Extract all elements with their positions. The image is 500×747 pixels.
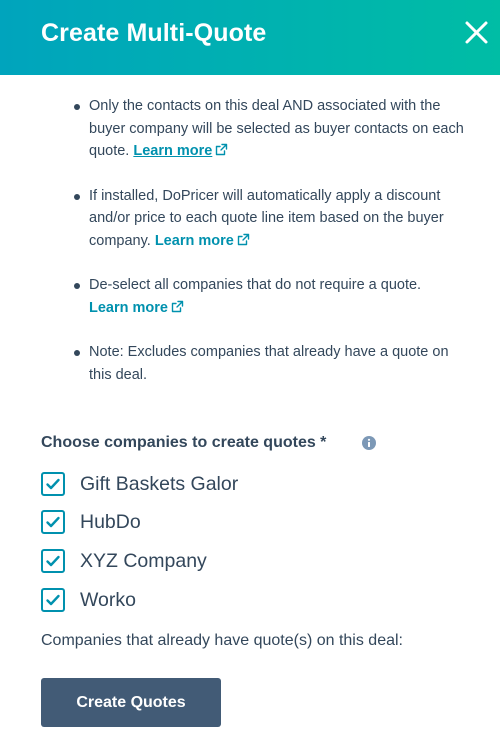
bullet-item: Only the contacts on this deal AND assoc… — [72, 95, 472, 163]
external-link-icon — [237, 233, 250, 245]
company-checkbox-row[interactable]: Gift Baskets Galor — [41, 469, 238, 499]
companies-section-label: Choose companies to create quotes * — [41, 434, 327, 451]
bullet-text: De-select all companies that do not requ… — [89, 277, 422, 293]
checkmark-icon — [46, 555, 60, 567]
checkmark-icon — [46, 478, 60, 490]
company-name: HubDo — [80, 510, 141, 533]
info-bullet-list: Only the contacts on this deal AND assoc… — [72, 95, 472, 408]
company-checkbox[interactable] — [41, 549, 65, 573]
modal-header: Create Multi-Quote — [0, 0, 500, 75]
existing-quotes-label: Companies that already have quote(s) on … — [41, 632, 403, 649]
company-checkbox[interactable] — [41, 472, 65, 496]
company-name: Worko — [80, 588, 136, 611]
external-link-icon — [171, 300, 184, 312]
company-checkbox-row[interactable]: XYZ Company — [41, 546, 207, 576]
company-checkbox[interactable] — [41, 588, 65, 612]
checkmark-icon — [46, 594, 60, 606]
checkmark-icon — [46, 516, 60, 528]
bullet-text: If installed, DoPricer will automaticall… — [89, 187, 444, 249]
close-icon — [465, 21, 488, 44]
learn-more-link[interactable]: Learn more — [155, 233, 250, 249]
company-name: Gift Baskets Galor — [80, 472, 239, 495]
bullet-text: Note: Excludes companies that already ha… — [89, 344, 449, 383]
company-name: XYZ Company — [80, 549, 207, 572]
close-button[interactable] — [459, 17, 493, 51]
learn-more-link[interactable]: Learn more — [133, 143, 228, 159]
modal-title: Create Multi-Quote — [41, 19, 267, 47]
learn-more-link[interactable]: Learn more — [89, 300, 184, 316]
info-icon[interactable] — [362, 436, 376, 450]
create-quotes-button[interactable]: Create Quotes — [41, 678, 221, 727]
company-checkbox-row[interactable]: HubDo — [41, 507, 141, 537]
bullet-item: If installed, DoPricer will automaticall… — [72, 185, 472, 253]
external-link-icon — [216, 143, 228, 156]
company-checkbox[interactable] — [41, 510, 65, 534]
company-checkbox-row[interactable]: Worko — [41, 585, 136, 615]
bullet-item: Note: Excludes companies that already ha… — [72, 341, 472, 386]
bullet-item: De-select all companies that do not requ… — [72, 274, 472, 319]
